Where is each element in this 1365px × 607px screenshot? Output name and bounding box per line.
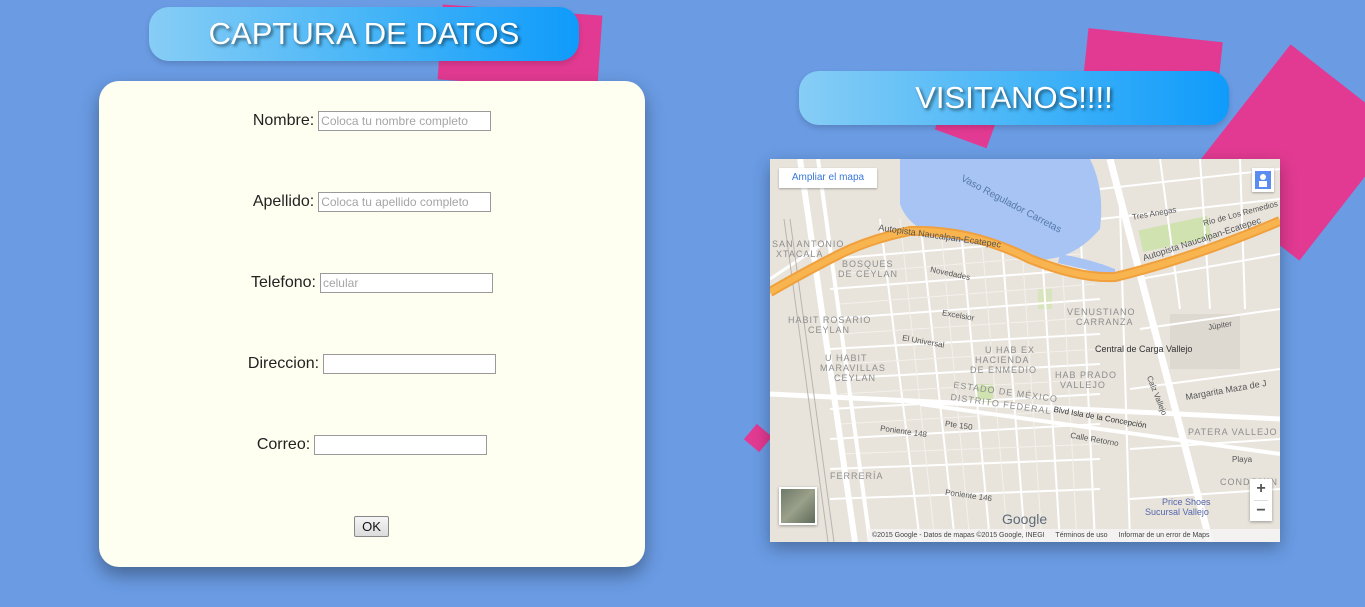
- map-label-bosques: BOSQUES: [842, 259, 894, 269]
- telefono-input[interactable]: [319, 273, 493, 293]
- street-view-pegman-icon[interactable]: [1252, 168, 1274, 192]
- apellido-input[interactable]: [318, 192, 492, 212]
- map-label-maravillas: MARAVILLAS: [820, 363, 886, 373]
- embedded-map[interactable]: Vaso Regulador Carretas Autopista Naucal…: [770, 159, 1280, 542]
- map-label-price-shoes: Price Shoes: [1162, 497, 1211, 507]
- map-label-xtacala: XTACALA: [776, 249, 824, 259]
- map-title-banner: VISITANOS!!!!: [799, 71, 1229, 125]
- field-row-correo: Correo:: [99, 435, 645, 455]
- field-row-direccion: Direccion:: [99, 354, 645, 374]
- field-row-nombre: Nombre:: [99, 111, 645, 131]
- decorative-shape: [743, 423, 773, 453]
- enlarge-map-link[interactable]: Ampliar el mapa: [779, 168, 877, 188]
- map-report-link[interactable]: Informar de un error de Maps: [1119, 532, 1210, 539]
- map-label-san-antonio: SAN ANTONIO: [772, 239, 845, 249]
- map-label-de-enmedio: DE ENMEDIO: [970, 365, 1038, 375]
- form-title-banner: CAPTURA DE DATOS: [149, 7, 579, 61]
- nombre-label: Nombre:: [252, 112, 315, 130]
- data-capture-form: Nombre: Apellido: Telefono: Direccion: C…: [99, 81, 645, 567]
- map-label-ferreria: FERRERÍA: [830, 471, 884, 481]
- map-terms-link[interactable]: Términos de uso: [1055, 532, 1107, 539]
- field-row-apellido: Apellido:: [99, 192, 645, 212]
- map-label-de-ceylan: DE CEYLAN: [838, 269, 899, 279]
- correo-input[interactable]: [314, 435, 488, 455]
- ok-button[interactable]: OK: [354, 516, 389, 537]
- map-copyright: ©2015 Google - Datos de mapas ©2015 Goog…: [872, 532, 1045, 539]
- google-logo: Google: [1002, 511, 1048, 527]
- map-label-hab-prado: HAB PRADO: [1055, 370, 1118, 380]
- map-label-u-habit: U HABIT: [825, 353, 868, 363]
- map-label-hacienda: HACIENDA: [975, 355, 1030, 365]
- satellite-view-toggle[interactable]: [779, 487, 817, 525]
- map-label-playa: Playa: [1232, 455, 1253, 464]
- zoom-out-button[interactable]: −: [1250, 501, 1272, 522]
- map-label-vallejo: VALLEJO: [1060, 380, 1106, 390]
- correo-label: Correo:: [256, 436, 311, 454]
- telefono-label: Telefono:: [251, 274, 316, 292]
- map-label-patera: PATERA VALLEJO: [1188, 427, 1278, 437]
- map-label-u-hab-ex: U HAB EX: [985, 345, 1036, 355]
- map-title: VISITANOS!!!!: [915, 80, 1113, 115]
- map-label-central-carga: Central de Carga Vallejo: [1095, 344, 1193, 354]
- apellido-label: Apellido:: [252, 193, 315, 211]
- map-label-venustiano: VENUSTIANO: [1067, 307, 1136, 317]
- field-row-telefono: Telefono:: [99, 273, 645, 293]
- zoom-control: + −: [1250, 479, 1272, 521]
- direccion-label: Direccion:: [247, 355, 320, 373]
- map-label-ceylan: CEYLAN: [808, 325, 851, 335]
- direccion-input[interactable]: [323, 354, 497, 374]
- map-label-ceylan2: CEYLAN: [834, 373, 877, 383]
- map-label-sucursal: Sucursal Vallejo: [1145, 507, 1209, 517]
- form-title: CAPTURA DE DATOS: [208, 16, 520, 51]
- map-label-habit-rosario: HABIT ROSARIO: [788, 315, 872, 325]
- zoom-in-button[interactable]: +: [1250, 479, 1272, 500]
- map-attribution-bar: ©2015 Google - Datos de mapas ©2015 Goog…: [868, 529, 1280, 542]
- map-label-carranza: CARRANZA: [1076, 317, 1134, 327]
- nombre-input[interactable]: [318, 111, 492, 131]
